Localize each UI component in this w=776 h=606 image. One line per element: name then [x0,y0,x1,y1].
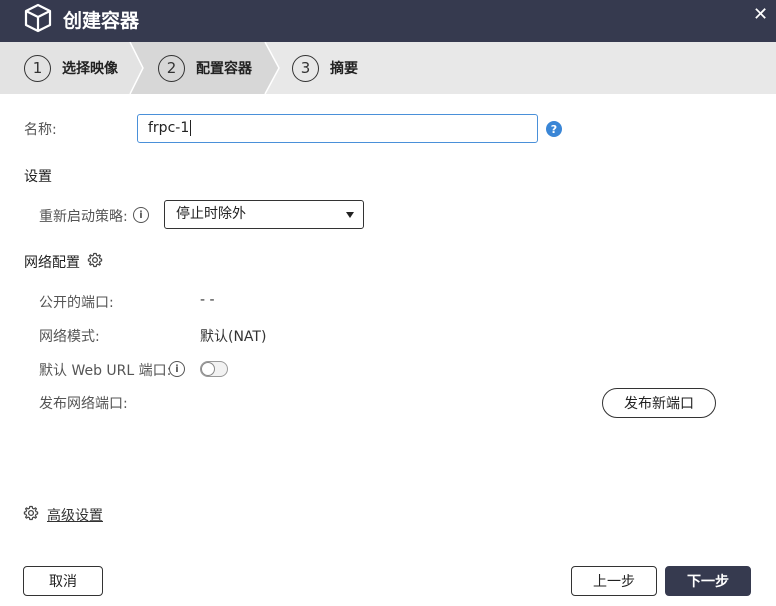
settings-section-title: 设置 [24,169,52,185]
gear-icon[interactable] [23,505,39,521]
step-configure-container: 2 配置容器 [158,42,252,94]
restart-policy-value: 停止时除外 [176,206,246,222]
dialog-title: 创建容器 [63,10,140,32]
dropdown-arrow-icon [346,212,354,218]
publish-new-port-button[interactable]: 发布新端口 [602,388,716,418]
network-mode-value: 默认(NAT) [200,329,267,345]
step-summary: 3 摘要 [292,42,358,94]
toggle-knob [201,362,215,376]
info-icon[interactable]: i [169,361,185,377]
public-ports-label: 公开的端口: [39,295,114,311]
container-cube-icon [24,3,52,33]
title-bar: 创建容器 ✕ [0,0,776,42]
help-icon[interactable]: ? [546,121,562,137]
step-label: 配置容器 [196,61,252,77]
step-label: 摘要 [330,61,358,77]
name-input-value: frpc-1 [148,120,190,136]
text-caret [190,120,192,136]
publish-port-label: 发布网络端口: [39,396,128,412]
network-section-title: 网络配置 [24,255,80,271]
gear-icon[interactable] [87,252,103,268]
close-icon[interactable]: ✕ [753,5,771,25]
public-ports-value: - - [200,292,215,308]
restart-policy-label: 重新启动策略: [39,209,128,225]
network-mode-label: 网络模式: [39,329,100,345]
restart-policy-select[interactable]: 停止时除外 [164,200,364,229]
step-label: 选择映像 [62,61,118,77]
cancel-button[interactable]: 取消 [23,566,103,596]
step-number: 3 [292,54,319,82]
default-web-url-toggle[interactable] [200,361,228,377]
previous-button[interactable]: 上一步 [571,566,657,596]
name-label: 名称: [24,122,57,138]
default-web-url-label: 默认 Web URL 端口: [39,363,172,379]
next-button[interactable]: 下一步 [665,566,751,596]
advanced-settings-link[interactable]: 高级设置 [47,505,103,525]
name-input[interactable]: frpc-1 [137,114,538,143]
step-number: 1 [24,54,51,82]
wizard-steps: 1 选择映像 2 配置容器 3 摘要 [0,42,776,94]
step-number: 2 [158,54,185,82]
info-icon[interactable]: i [133,207,149,223]
step-select-image: 1 选择映像 [24,42,118,94]
